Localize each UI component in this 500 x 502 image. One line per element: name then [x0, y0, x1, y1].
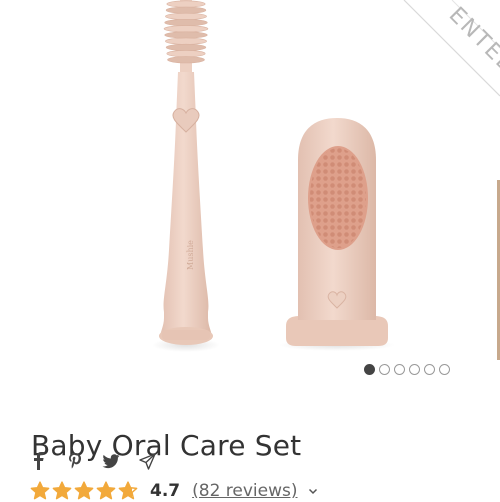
pinterest-icon[interactable] — [66, 452, 84, 470]
twitter-icon[interactable] — [102, 452, 120, 470]
brand-mark: Mushie — [186, 240, 195, 270]
product-rating: 4.7 (82 reviews) — [30, 480, 318, 502]
star-icon — [74, 481, 94, 500]
star-icon — [30, 481, 50, 500]
star-icon — [52, 481, 72, 500]
carousel-dot[interactable] — [424, 364, 435, 375]
star-icon — [118, 481, 138, 500]
badge-ribbon: ENTED — [403, 0, 500, 97]
reviews-link[interactable]: (82 reviews) — [192, 481, 297, 501]
carousel-dot[interactable] — [394, 364, 405, 375]
rating-value: 4.7 — [150, 481, 181, 501]
chevron-down-icon[interactable] — [308, 486, 318, 496]
carousel-pagination — [364, 364, 450, 375]
toothbrush-image: Mushie — [152, 0, 220, 352]
star-icon — [96, 481, 116, 500]
product-image-gallery[interactable]: ENTED Mushie — [0, 0, 500, 390]
rating-stars — [30, 481, 138, 501]
finger-brush-image — [279, 118, 395, 351]
carousel-dot[interactable] — [364, 364, 375, 375]
carousel-dot[interactable] — [379, 364, 390, 375]
share-links — [30, 452, 156, 470]
send-icon[interactable] — [138, 452, 156, 470]
carousel-dot[interactable] — [439, 364, 450, 375]
carousel-dot[interactable] — [409, 364, 420, 375]
product-image: ENTED Mushie — [152, 0, 500, 352]
facebook-icon[interactable] — [30, 452, 48, 470]
